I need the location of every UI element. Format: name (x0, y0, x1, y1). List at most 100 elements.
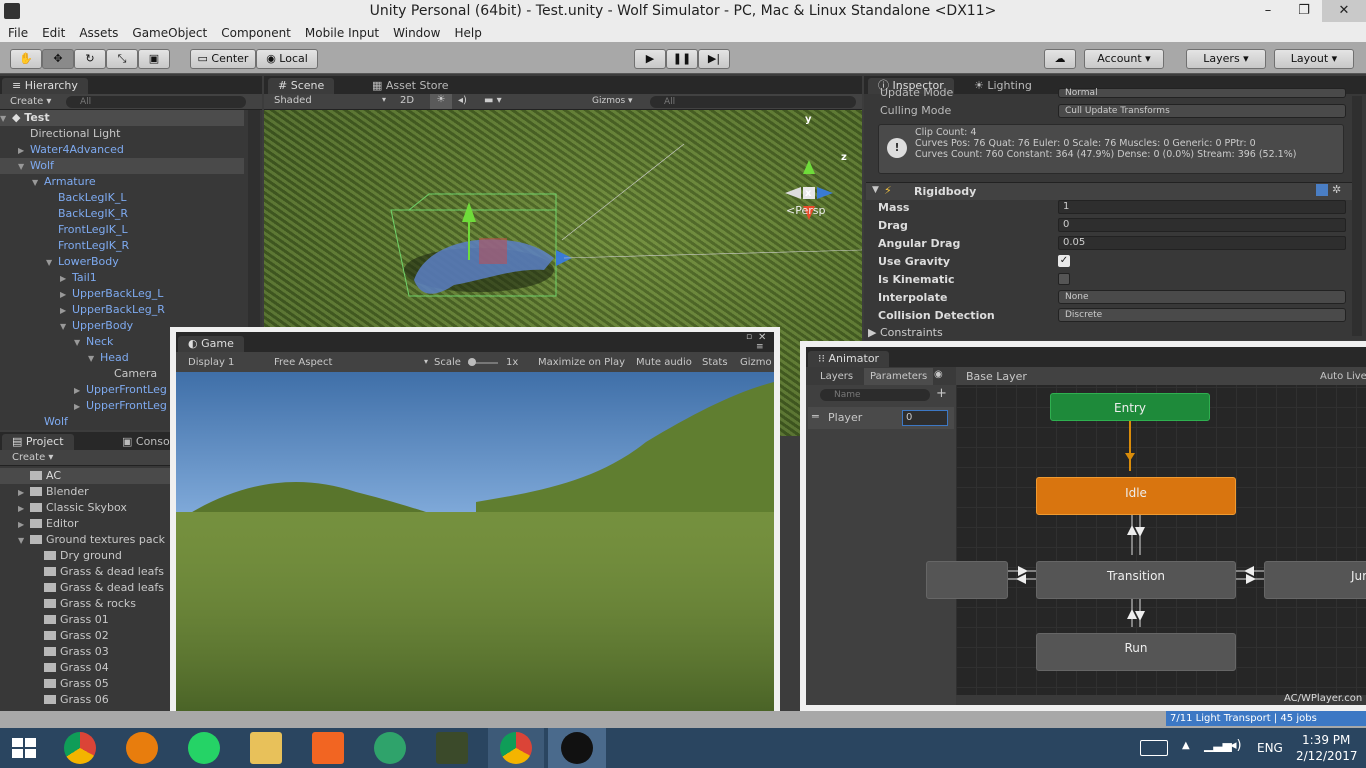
menu-assets[interactable]: Assets (71, 22, 124, 42)
hierarchy-item-directional-light[interactable]: Directional Light (0, 126, 120, 142)
project-folder-grass-rocks[interactable]: Grass & rocks (0, 596, 136, 612)
hierarchy-item-frontlegik-l[interactable]: FrontLegIK_L (0, 222, 128, 238)
shading-dropdown-arrow[interactable]: ▾ (382, 95, 386, 104)
game-viewport[interactable] (176, 372, 774, 720)
drag-handle-icon[interactable]: ═ (812, 410, 819, 423)
account-dropdown[interactable]: Account ▾ (1084, 49, 1164, 69)
atom-icon[interactable] (374, 732, 406, 764)
game-gizmos-dropdown[interactable]: Gizmo (740, 357, 772, 368)
restore-button[interactable]: ❐ (1286, 0, 1322, 22)
project-folder-grass-dead-leafs-1[interactable]: Grass & dead leafs (0, 564, 164, 580)
parameter-row-player[interactable]: ═ Player 0 (808, 407, 954, 429)
lighting-toggle[interactable]: ☀ (430, 94, 452, 109)
settings-gear-icon[interactable]: ✲ (1332, 183, 1341, 196)
animator-layers-tab[interactable]: Layers (820, 371, 853, 382)
close-button[interactable]: ✕ (1322, 0, 1366, 22)
game-maximize-icon[interactable]: ▫ (746, 332, 752, 342)
pivot-center-button[interactable]: ▭ Center (190, 49, 256, 69)
maximize-on-play-toggle[interactable]: Maximize on Play (538, 357, 625, 368)
hierarchy-item-wolf[interactable]: ▼ Wolf (0, 158, 244, 174)
y-axis-arrow[interactable] (462, 202, 476, 222)
rotate-tool-button[interactable]: ↻ (74, 49, 106, 69)
tray-chevron-icon[interactable]: ▲ (1182, 740, 1190, 751)
help-icon[interactable] (1316, 184, 1328, 196)
play-button[interactable]: ▶ (634, 49, 666, 69)
state-left-offscreen[interactable] (926, 561, 1008, 599)
layout-dropdown[interactable]: Layout ▾ (1274, 49, 1354, 69)
parameter-search-input[interactable]: Name (820, 389, 930, 401)
pause-button[interactable]: ❚❚ (666, 49, 698, 69)
tab-animator[interactable]: ⁝⁝ Animator (808, 351, 890, 367)
whatsapp-icon[interactable] (188, 732, 220, 764)
project-folder-grass-06[interactable]: Grass 06 (0, 692, 109, 708)
chrome-icon[interactable] (64, 732, 96, 764)
windows-start-icon[interactable] (12, 738, 36, 758)
space-local-button[interactable]: ◉ Local (256, 49, 318, 69)
progress-bar[interactable]: 7/11 Light Transport | 45 jobs (1166, 711, 1366, 726)
mass-field[interactable]: 1 (1058, 200, 1346, 214)
foldout-arrow-icon[interactable]: ▼ (872, 185, 879, 195)
angular-drag-field[interactable]: 0.05 (1058, 236, 1346, 250)
tab-scene[interactable]: # Scene (268, 78, 335, 94)
shading-dropdown[interactable]: Shaded (274, 95, 312, 106)
tab-hierarchy[interactable]: ≡ Hierarchy (2, 78, 88, 94)
volume-icon[interactable]: ◂) (1230, 738, 1242, 753)
mode-2d-button[interactable]: 2D (400, 95, 414, 106)
scale-tool-button[interactable]: ⤡ (106, 49, 138, 69)
file-explorer-icon[interactable] (250, 732, 282, 764)
language-indicator[interactable]: ENG (1257, 741, 1283, 755)
project-folder-grass-05[interactable]: Grass 05 (0, 676, 109, 692)
hierarchy-search-input[interactable]: All (66, 96, 246, 108)
eye-icon[interactable]: ◉ (934, 369, 943, 380)
game-menu-icon[interactable]: ≡ (756, 342, 764, 352)
hierarchy-item-head[interactable]: ▼ Head (0, 350, 129, 366)
hierarchy-item-backlegik-r[interactable]: BackLegIK_R (0, 206, 128, 222)
project-folder-grass-01[interactable]: Grass 01 (0, 612, 109, 628)
hierarchy-item-tail1[interactable]: ▶ Tail1 (0, 270, 97, 286)
layers-dropdown[interactable]: Layers ▾ (1186, 49, 1266, 69)
aspect-dropdown[interactable]: Free Aspect (274, 357, 332, 368)
display-dropdown[interactable]: Display 1 (188, 357, 234, 368)
move-tool-button[interactable]: ✥ (42, 49, 74, 69)
project-folder-ground-textures[interactable]: ▼ Ground textures pack (0, 532, 165, 548)
menu-help[interactable]: Help (446, 22, 487, 42)
state-run[interactable]: Run (1036, 633, 1236, 671)
state-transition[interactable]: Transition (1036, 561, 1236, 599)
tab-game[interactable]: ◐ Game (178, 336, 244, 352)
keyboard-icon[interactable] (1140, 740, 1168, 756)
use-gravity-checkbox[interactable]: ✓ (1058, 255, 1070, 267)
inspector-scrollbar[interactable] (1352, 96, 1362, 336)
hierarchy-item-upperfrontleg-1[interactable]: ▶ UpperFrontLeg (0, 382, 167, 398)
scene-root-row[interactable]: ▼ ◆ Test (0, 110, 244, 126)
cloud-button[interactable]: ☁ (1044, 49, 1076, 69)
gizmo-neg-z-cone[interactable] (785, 187, 801, 199)
minimize-button[interactable]: – (1250, 0, 1286, 22)
rigidbody-header[interactable]: ▼ ⚡ Rigidbody ✲ (866, 182, 1360, 200)
stats-toggle[interactable]: Stats (702, 357, 728, 368)
aspect-dropdown-arrow[interactable]: ▾ (424, 357, 428, 366)
project-folder-blender[interactable]: ▶ Blender (0, 484, 89, 500)
mute-audio-toggle[interactable]: Mute audio (636, 357, 692, 368)
app-orange-icon[interactable] (312, 732, 344, 764)
unity-active-task[interactable] (548, 728, 606, 768)
projection-label[interactable]: <Persp (786, 204, 825, 217)
culling-mode-dropdown[interactable]: Cull Update Transforms (1058, 104, 1346, 118)
menu-window[interactable]: Window (385, 22, 446, 42)
project-folder-classic-skybox[interactable]: ▶ Classic Skybox (0, 500, 127, 516)
menu-mobile-input[interactable]: Mobile Input (297, 22, 385, 42)
menu-gameobject[interactable]: GameObject (124, 22, 213, 42)
state-entry[interactable]: Entry (1050, 393, 1210, 421)
parameter-value-field[interactable]: 0 (902, 410, 948, 426)
menu-file[interactable]: File (0, 22, 34, 42)
gizmo-y-cone[interactable] (803, 160, 815, 174)
hierarchy-item-wolf-2[interactable]: Wolf (0, 414, 68, 430)
hierarchy-item-upperbackleg-r[interactable]: ▶ UpperBackLeg_R (0, 302, 165, 318)
tab-asset-store[interactable]: ▦ Asset Store (362, 78, 459, 94)
scale-slider-thumb[interactable] (468, 358, 476, 366)
hierarchy-item-lowerbody[interactable]: ▼ LowerBody (0, 254, 119, 270)
add-parameter-icon[interactable]: + (936, 386, 947, 401)
chrome-active-task[interactable] (488, 728, 544, 768)
project-folder-dry-ground[interactable]: Dry ground (0, 548, 122, 564)
animator-parameters-tab[interactable]: Parameters (864, 368, 934, 385)
state-idle[interactable]: Idle (1036, 477, 1236, 515)
